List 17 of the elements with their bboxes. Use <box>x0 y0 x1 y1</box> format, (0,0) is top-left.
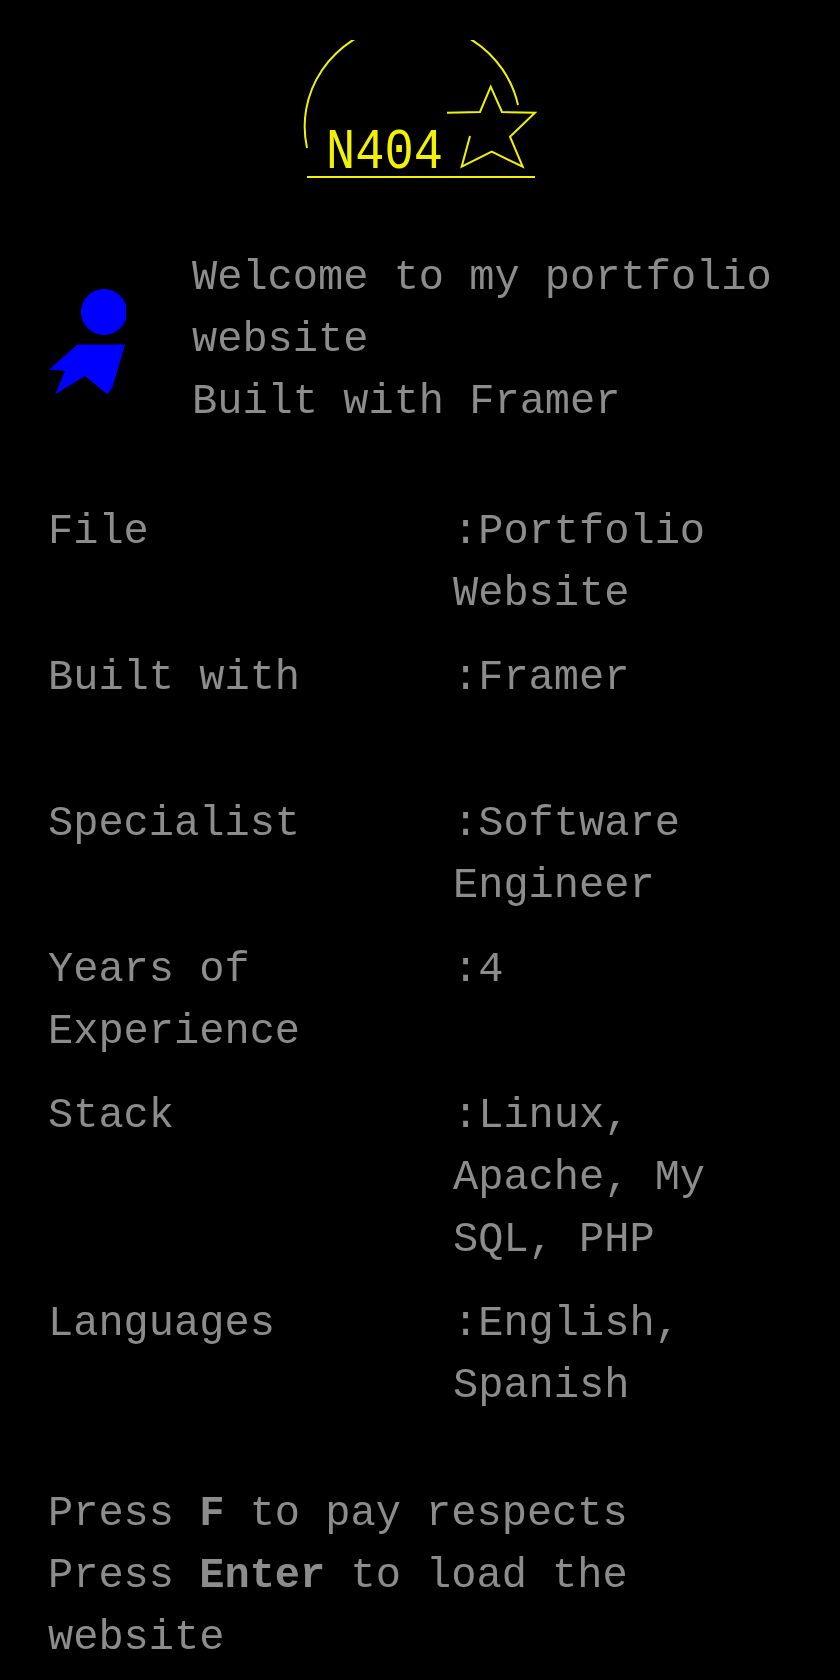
detail-value: :Software Engineer <box>453 799 681 912</box>
detail-label: Specialist <box>48 799 302 850</box>
instruction-text: Press Enter to load the website <box>48 1551 629 1664</box>
detail-value: :Framer <box>453 653 631 704</box>
detail-label: Stack <box>48 1091 176 1142</box>
detail-value: :4 <box>453 945 505 996</box>
detail-label: File <box>48 507 150 558</box>
detail-label: Languages <box>48 1299 276 1350</box>
logo-text: N404 <box>326 120 466 185</box>
instruction-text: Press F to pay respects <box>48 1489 629 1540</box>
detail-label: Built with <box>48 653 302 704</box>
detail-value: :Portfolio Website <box>453 507 707 620</box>
detail-value: :Linux, Apache, My SQL, PHP <box>453 1091 707 1266</box>
detail-label: Years of Experience <box>48 945 302 1058</box>
detail-value: :English, Spanish <box>453 1299 681 1412</box>
intro-text: Welcome to my portfolio website <box>192 253 773 366</box>
intro-text: Built with Framer <box>192 377 622 428</box>
